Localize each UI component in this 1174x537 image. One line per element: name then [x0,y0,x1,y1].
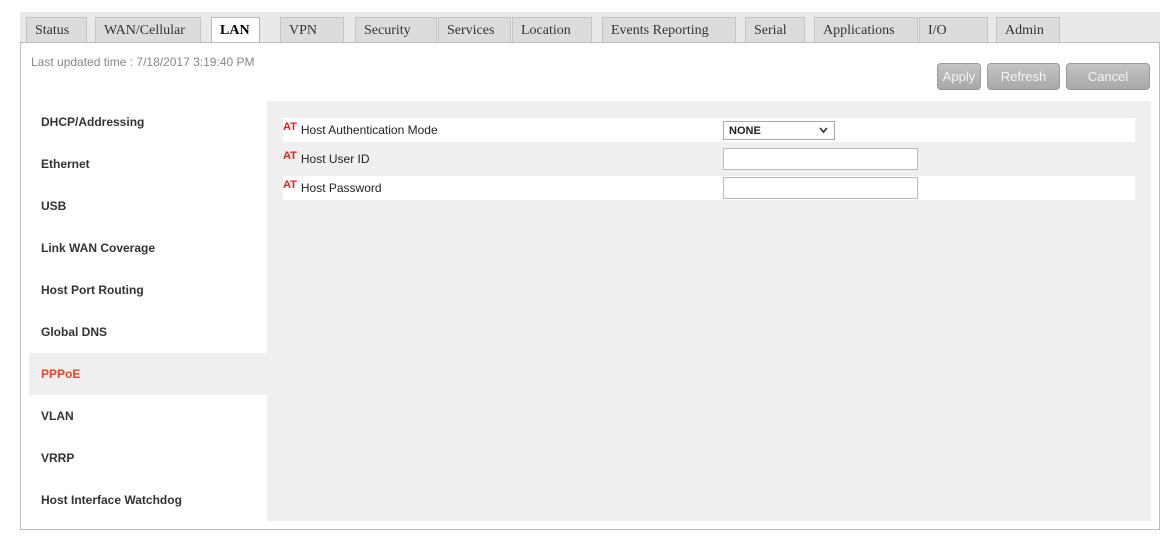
sidebar-item-link-wan-coverage[interactable]: Link WAN Coverage [29,227,269,269]
auth-mode-label-group: AT Host Authentication Mode [283,118,438,142]
chevron-down-icon [819,124,828,139]
tab-location[interactable]: Location [512,17,592,43]
auth-mode-value: NONE [729,124,761,137]
tab-wan-cellular[interactable]: WAN/Cellular [95,17,201,43]
tab-events-reporting[interactable]: Events Reporting [602,17,736,43]
user-id-label: Host User ID [300,152,370,166]
tab-applications[interactable]: Applications [814,17,918,43]
sidebar-item-host-interface-watchdog[interactable]: Host Interface Watchdog [29,479,269,521]
sidebar-item-host-port-routing[interactable]: Host Port Routing [29,269,269,311]
pppoe-settings-area: AT Host Authentication Mode NONE AT Host… [267,101,1151,521]
user-id-field[interactable] [723,148,918,170]
password-label: Host Password [300,181,382,195]
sidebar: DHCP/Addressing Ethernet USB Link WAN Co… [29,101,269,521]
sidebar-item-vrrp[interactable]: VRRP [29,437,269,479]
tab-security[interactable]: Security [355,17,437,43]
at-command-marker: AT [283,150,297,162]
user-id-label-group: AT Host User ID [283,147,370,171]
auth-mode-select[interactable]: NONE [723,121,835,140]
sidebar-item-pppoe[interactable]: PPPoE [29,353,269,395]
last-updated-time: Last updated time : 7/18/2017 3:19:40 PM [31,55,255,69]
apply-button[interactable]: Apply [937,63,981,90]
tab-vpn[interactable]: VPN [280,17,344,43]
sidebar-item-ethernet[interactable]: Ethernet [29,143,269,185]
tab-io[interactable]: I/O [919,17,988,43]
password-field[interactable] [723,177,918,199]
at-command-marker: AT [283,121,297,133]
at-command-marker: AT [283,179,297,191]
password-label-group: AT Host Password [283,176,382,200]
tab-bar: Status WAN/Cellular LAN VPN Security Ser… [0,0,1174,44]
auth-mode-row: AT Host Authentication Mode NONE [283,118,1135,142]
password-row: AT Host Password [283,176,1135,200]
sidebar-item-vlan[interactable]: VLAN [29,395,269,437]
main-panel: Last updated time : 7/18/2017 3:19:40 PM… [20,42,1160,530]
tab-lan[interactable]: LAN [211,17,260,44]
tab-admin[interactable]: Admin [996,17,1060,43]
auth-mode-label: Host Authentication Mode [300,123,438,137]
refresh-button[interactable]: Refresh [987,63,1060,90]
sidebar-item-usb[interactable]: USB [29,185,269,227]
user-id-row: AT Host User ID [283,147,1135,171]
cancel-button[interactable]: Cancel [1066,63,1150,90]
tab-services[interactable]: Services [438,17,511,43]
tab-serial[interactable]: Serial [745,17,805,43]
tab-status[interactable]: Status [26,17,87,43]
sidebar-item-global-dns[interactable]: Global DNS [29,311,269,353]
sidebar-item-dhcp-addressing[interactable]: DHCP/Addressing [29,101,269,143]
